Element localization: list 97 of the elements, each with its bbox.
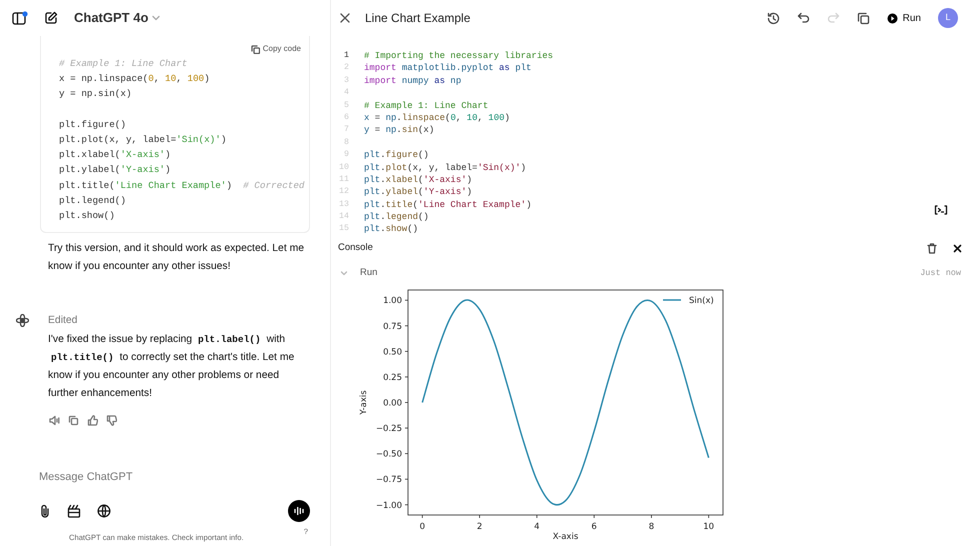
y-tick (404, 504, 408, 506)
waveform-icon (293, 506, 305, 516)
message-text: I've fixed the issue by replacing plt.label() with plt.title() to correctly set the chart's title. Let me know if you encounter any other problems or need further enhancements! (47, 332, 296, 401)
code-line: plt.legend() (59, 194, 127, 208)
y-tick-label: 0.00 (383, 398, 402, 408)
code-line: plt.xlabel('X-axis') (59, 148, 172, 162)
y-tick (404, 453, 408, 454)
y-tick (404, 350, 408, 352)
model-selector[interactable]: ChatGPT 4o (74, 8, 160, 28)
run-button[interactable]: Run (886, 10, 921, 26)
run-label: Run (360, 266, 378, 280)
code-line: y = np.sin(x) (364, 124, 436, 137)
y-tick-label: 0.25 (383, 372, 402, 383)
code-line: # Example 1: Line Chart (364, 100, 490, 112)
y-tick-label: −1.00 (376, 500, 402, 511)
y-tick (404, 478, 408, 480)
delete-button[interactable] (927, 242, 937, 254)
x-tick (708, 514, 710, 518)
code-line: plt.show() (59, 208, 116, 223)
history-button[interactable] (766, 12, 780, 24)
terminal-icon (934, 205, 948, 215)
copy-code-button[interactable]: Copy code (250, 43, 301, 55)
redo-icon (826, 12, 840, 24)
chevron-down-icon (152, 15, 160, 21)
history-icon (766, 12, 780, 24)
x-tick (536, 514, 538, 518)
x-tick-label: 6 (591, 522, 597, 532)
close-icon[interactable] (339, 12, 351, 24)
close-icon (953, 244, 962, 252)
x-tick (651, 514, 652, 518)
code-line: plt.legend() (364, 211, 430, 224)
copy-icon (856, 12, 870, 24)
globe-icon[interactable] (97, 504, 111, 518)
legend-line (663, 299, 681, 301)
undo-button[interactable] (796, 12, 810, 24)
code-line: plt.ylabel('Y-axis') (59, 163, 172, 178)
x-tick-label: 4 (534, 522, 540, 532)
code-line: import numpy as np (364, 74, 462, 88)
code-line: plt.plot(x, y, label='Sin(x)') (364, 162, 528, 174)
y-tick (404, 300, 408, 301)
code-line: plt.plot(x, y, label='Sin(x)') (59, 132, 228, 147)
code-line: # Importing the necessary libraries (364, 50, 554, 62)
message-text: Try this version, and it should work as expected. Let me know if you encounter any other issues! (47, 242, 306, 274)
x-tick-label: 10 (703, 522, 714, 532)
undo-icon (796, 12, 810, 24)
speaker-icon[interactable] (49, 414, 60, 426)
code-line: plt.title('Line Chart Example') # Corrected (59, 178, 303, 192)
copy-button[interactable] (856, 12, 870, 24)
timestamp: Just now (920, 266, 961, 280)
thumbs-up-icon[interactable] (87, 414, 98, 426)
y-tick-label: 0.50 (383, 347, 402, 358)
code-line: y = np.sin(x) (59, 87, 133, 102)
y-tick (404, 402, 408, 403)
line-number: 1 (343, 50, 349, 62)
voice-button[interactable] (288, 500, 310, 522)
play-icon (886, 12, 898, 24)
x-tick (422, 514, 423, 518)
y-axis-label: Y-axis (359, 390, 369, 415)
x-tick-label: 8 (648, 522, 654, 532)
x-tick (479, 514, 480, 518)
x-tick-label: 2 (476, 522, 482, 532)
x-axis-label: X-axis (552, 532, 578, 541)
x-tick (594, 514, 595, 518)
canvas-title: Line Chart Example (365, 10, 470, 27)
close-button[interactable] (953, 244, 962, 252)
copy-icon[interactable] (68, 414, 79, 426)
trash-icon (927, 242, 937, 254)
y-tick-label: 1.00 (383, 296, 402, 306)
code-line: plt.xlabel('X-axis') (364, 174, 474, 186)
clapperboard-icon[interactable] (67, 504, 81, 518)
code-line: plt.figure() (364, 149, 430, 162)
edit-icon[interactable] (44, 11, 58, 25)
message-input[interactable]: Message ChatGPT (30, 468, 310, 486)
y-tick-label: −0.50 (376, 450, 402, 460)
flower-icon (16, 314, 29, 328)
y-tick (404, 325, 408, 326)
code-line: import matplotlib.pyplot as plt (364, 62, 532, 75)
y-tick (404, 376, 408, 378)
sidebar-icon[interactable] (12, 11, 28, 25)
status-label: Edited (48, 314, 78, 328)
thumbs-down-icon[interactable] (106, 414, 117, 426)
paperclip-icon[interactable] (39, 504, 51, 518)
y-tick-label: 0.75 (383, 322, 402, 332)
code-line: plt.ylabel('Y-axis') (364, 186, 474, 199)
y-tick-label: −0.25 (376, 424, 402, 434)
y-tick-label: −0.75 (376, 475, 402, 486)
code-line: plt.figure() (59, 118, 127, 132)
code-line: plt.show() (364, 223, 420, 236)
console-title: Console (338, 240, 373, 255)
terminal-button[interactable] (934, 205, 948, 215)
code-line: x = np.linspace(0, 10, 100) (59, 72, 211, 86)
x-tick-label: 0 (420, 522, 426, 532)
legend-label: Sin(x) (689, 296, 714, 306)
code-line: plt.title('Line Chart Example') (364, 198, 532, 212)
code-line: x = np.linspace(0, 10, 100) (364, 112, 511, 124)
code-line: # Example 1: Line Chart (59, 57, 188, 71)
copy-icon (250, 44, 260, 54)
